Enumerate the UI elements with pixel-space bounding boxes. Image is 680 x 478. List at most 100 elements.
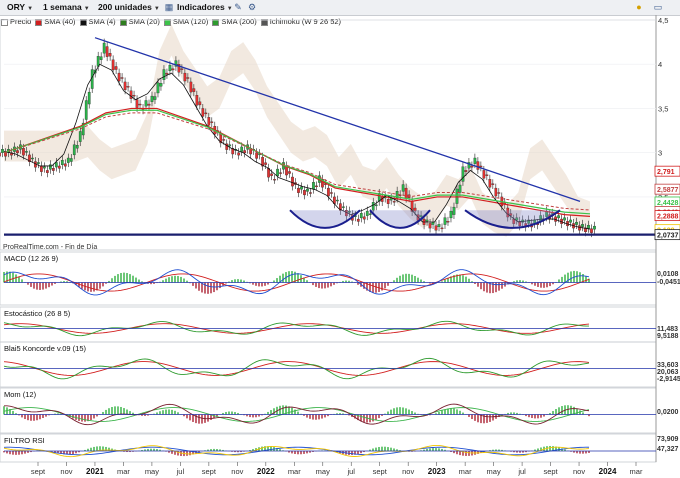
x-tick-label: nov <box>402 467 414 476</box>
candle-body <box>240 146 244 152</box>
y-tick-label: 4 <box>658 60 662 69</box>
x-tick-label: sept <box>202 467 217 476</box>
candle-body <box>297 187 300 193</box>
candle-body <box>392 201 396 203</box>
pane-label-macd: MACD (12 26 9) <box>2 254 61 263</box>
candle-body <box>162 69 166 80</box>
candle-body <box>473 157 477 164</box>
x-tick-label: mar <box>630 467 643 476</box>
candle-body <box>99 56 103 60</box>
candle-body <box>300 186 303 190</box>
price-tag-label: 2,5877 <box>657 187 679 194</box>
candle-body <box>264 162 267 165</box>
candle-body <box>488 179 492 188</box>
chart-canvas: 4,543,532,52,7912,58772,44282,33492,2888… <box>0 15 680 476</box>
pane-frame <box>0 387 657 434</box>
candle-body <box>362 216 366 220</box>
candle-body <box>46 170 49 173</box>
candle-body <box>114 66 118 70</box>
x-tick-label: may <box>316 467 330 476</box>
candle-body <box>291 176 294 187</box>
candle-body <box>371 202 375 211</box>
x-tick-label: mar <box>117 467 130 476</box>
candle-body <box>482 170 486 179</box>
candle-body <box>428 223 432 229</box>
candle-body <box>183 72 187 82</box>
candle-body <box>72 144 76 156</box>
candle-body <box>368 213 372 215</box>
candle-body <box>575 221 578 225</box>
candle-body <box>458 184 462 193</box>
candle-body <box>374 204 378 207</box>
candle-body <box>315 185 318 188</box>
candle-body <box>243 150 247 154</box>
candle-body <box>153 96 157 100</box>
y-tick-label: 3 <box>658 149 662 158</box>
candle-body <box>120 77 124 79</box>
candle-body <box>228 144 232 147</box>
koncorde-value-tag: 20,063 <box>657 369 679 376</box>
candle-body <box>43 166 46 169</box>
candle-body <box>147 103 151 106</box>
candle-body <box>138 103 142 106</box>
candle-body <box>425 219 429 222</box>
candle-body <box>0 152 1 157</box>
candle-body <box>180 68 184 70</box>
candle-body <box>129 90 133 99</box>
candle-body <box>198 101 202 106</box>
candle-body <box>237 152 241 156</box>
candle-body <box>75 145 79 149</box>
candle-body <box>593 225 596 230</box>
rsi-value-tag: 47,327 <box>657 446 679 453</box>
candle-body <box>37 162 40 164</box>
cup-pattern <box>289 209 361 229</box>
macd-value-tag: 0,0108 <box>657 271 679 278</box>
candle-body <box>171 68 175 71</box>
candle-body <box>356 218 360 222</box>
candle-body <box>341 206 345 208</box>
candle-body <box>464 170 468 172</box>
candle-body <box>144 100 148 107</box>
candle-body <box>69 158 73 162</box>
candle-body <box>4 152 7 157</box>
candle-body <box>48 164 52 170</box>
source-label: ProRealTime.com - Fin de Día <box>3 244 98 251</box>
pane-label-stoch: Estocástico (26 8 5) <box>2 309 73 318</box>
x-tick-label: may <box>487 467 501 476</box>
candle-body <box>401 184 405 192</box>
candle-body <box>54 162 58 168</box>
candle-body <box>336 199 339 202</box>
candle-body <box>25 151 28 153</box>
y-tick-label: 3,5 <box>658 104 668 113</box>
candle-body <box>150 95 154 102</box>
candle-body <box>578 225 581 231</box>
x-tick-label: sept <box>373 467 388 476</box>
stoch-value-tag: 9,5188 <box>657 333 679 340</box>
candle-body <box>195 95 199 106</box>
candle-body <box>60 160 64 166</box>
x-tick-label: 2023 <box>428 467 446 476</box>
candle-body <box>327 187 330 197</box>
candle-body <box>16 150 19 154</box>
x-tick-label: may <box>145 467 159 476</box>
candle-body <box>449 210 453 219</box>
candle-body <box>51 168 55 171</box>
pane-frame <box>0 251 657 306</box>
candle-body <box>111 59 115 71</box>
koncorde-value-tag: 33,603 <box>657 362 679 369</box>
x-tick-label: sept <box>543 467 558 476</box>
price-tag-label: 2,4428 <box>657 200 679 207</box>
x-tick-label: nov <box>60 467 72 476</box>
candle-body <box>440 227 444 230</box>
x-tick-label: sept <box>31 467 46 476</box>
candle-body <box>186 77 190 79</box>
stoch-value-tag: 11,483 <box>657 326 678 333</box>
candle-body <box>66 157 70 163</box>
candle-body <box>40 165 43 172</box>
candle-body <box>569 219 572 223</box>
candle-body <box>84 100 88 120</box>
candle-body <box>455 188 459 204</box>
candle-body <box>437 224 441 227</box>
candle-body <box>446 221 450 223</box>
candle-body <box>132 95 136 97</box>
